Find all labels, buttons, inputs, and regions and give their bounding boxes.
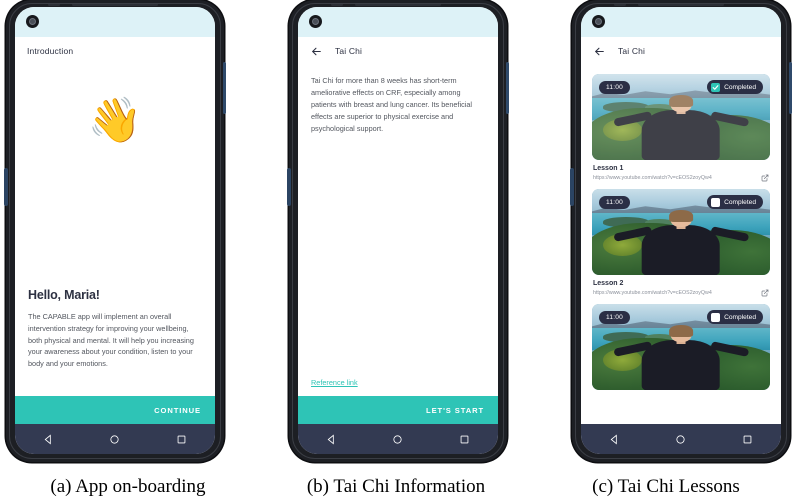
completed-badge[interactable]: Completed — [707, 195, 763, 209]
caption-a: (a) App on-boarding — [50, 475, 206, 497]
lets-start-button-label: LET'S START — [426, 405, 484, 415]
thumb-instructor — [613, 325, 749, 390]
lesson-time-badge: 11:00 — [599, 81, 631, 94]
page-title-c: Tai Chi — [618, 46, 646, 56]
spacer-a — [28, 143, 202, 288]
status-bar-b — [298, 7, 498, 37]
arrow-left-icon[interactable] — [593, 45, 606, 58]
list-item[interactable]: 11:00 Completed Lesson 2 https://www.you… — [592, 189, 770, 297]
nav-home-icon[interactable] — [109, 434, 120, 445]
completed-badge-label: Completed — [724, 313, 756, 321]
earpiece-speaker — [331, 2, 441, 6]
lets-start-button[interactable]: LET'S START — [298, 396, 498, 424]
phone-device-c: Tai Chi 11:00 Completed Lesson 1 https:/… — [570, 0, 792, 462]
figure-panel-a: Introduction 👋 Hello, Maria! The CAPABLE… — [4, 0, 226, 462]
screen-c: Tai Chi 11:00 Completed Lesson 1 https:/… — [581, 7, 781, 454]
external-link-icon[interactable] — [761, 174, 769, 182]
completed-badge-label: Completed — [724, 198, 756, 206]
caption-row: (a) App on-boarding (b) Tai Chi Informat… — [0, 470, 796, 503]
video-thumbnail[interactable]: 11:00 Completed — [592, 74, 770, 160]
lesson-url-row: https://www.youtube.com/watch?v=cEOS2zoy… — [593, 289, 769, 297]
screen-b: Tai Chi Tai Chi for more than 8 weeks ha… — [298, 7, 498, 454]
page-title-b: Tai Chi — [335, 46, 363, 56]
completed-checkbox[interactable] — [711, 82, 721, 92]
nav-recents-icon[interactable] — [742, 434, 753, 445]
phone-device-b: Tai Chi Tai Chi for more than 8 weeks ha… — [287, 0, 509, 462]
list-item[interactable]: 11:00 Completed Lesson 1 https://www.you… — [592, 74, 770, 182]
lesson-url-row: https://www.youtube.com/watch?v=cEOS2zoy… — [593, 174, 769, 182]
completed-badge[interactable]: Completed — [707, 80, 763, 94]
hero-illustration: 👋 — [28, 99, 202, 143]
screen-b-content: Tai Chi for more than 8 weeks has short-… — [298, 65, 498, 396]
external-link-icon[interactable] — [761, 289, 769, 297]
power-button[interactable] — [788, 62, 792, 114]
power-button[interactable] — [505, 62, 509, 114]
nav-back-icon[interactable] — [326, 434, 337, 445]
front-camera-icon — [309, 15, 322, 28]
android-nav-bar-b — [298, 424, 498, 454]
screen-a: Introduction 👋 Hello, Maria! The CAPABLE… — [15, 7, 215, 454]
nav-recents-icon[interactable] — [176, 434, 187, 445]
status-bar-a — [15, 7, 215, 37]
android-nav-bar-c — [581, 424, 781, 454]
continue-button-label: CONTINUE — [154, 405, 201, 415]
video-thumbnail[interactable]: 11:00 Completed — [592, 189, 770, 275]
figure-panel-b: Tai Chi Tai Chi for more than 8 weeks ha… — [287, 0, 509, 462]
arrow-left-icon[interactable] — [310, 45, 323, 58]
lesson-url[interactable]: https://www.youtube.com/watch?v=cEOS2zoy… — [593, 175, 712, 181]
onboarding-paragraph: The CAPABLE app will implement an overal… — [28, 311, 194, 369]
volume-button[interactable] — [570, 168, 574, 206]
nav-back-icon[interactable] — [43, 434, 54, 445]
nav-home-icon[interactable] — [392, 434, 403, 445]
caption-c: (c) Tai Chi Lessons — [592, 475, 740, 497]
completed-badge-label: Completed — [724, 83, 756, 91]
lesson-url[interactable]: https://www.youtube.com/watch?v=cEOS2zoy… — [593, 290, 712, 296]
figure-panel-c: Tai Chi 11:00 Completed Lesson 1 https:/… — [570, 0, 792, 462]
front-camera-icon — [592, 15, 605, 28]
screen-a-content: 👋 Hello, Maria! The CAPABLE app will imp… — [15, 65, 215, 396]
nav-recents-icon[interactable] — [459, 434, 470, 445]
greeting-heading: Hello, Maria! — [28, 287, 100, 302]
completed-checkbox[interactable] — [711, 197, 721, 207]
nav-home-icon[interactable] — [675, 434, 686, 445]
app-bar-c: Tai Chi — [581, 37, 781, 65]
power-button[interactable] — [222, 62, 226, 114]
reference-link[interactable]: Reference link — [311, 378, 358, 387]
video-thumbnail[interactable]: 11:00 Completed — [592, 304, 770, 390]
thumb-instructor — [613, 210, 749, 275]
app-bar-a: Introduction — [15, 37, 215, 65]
front-camera-icon — [26, 15, 39, 28]
caption-b: (b) Tai Chi Information — [306, 475, 486, 497]
earpiece-speaker — [48, 2, 158, 6]
earpiece-speaker — [614, 2, 724, 6]
page-title-a: Introduction — [27, 46, 74, 56]
volume-button[interactable] — [287, 168, 291, 206]
android-nav-bar-a — [15, 424, 215, 454]
lesson-title: Lesson 1 — [593, 165, 624, 172]
taichi-info-paragraph: Tai Chi for more than 8 weeks has short-… — [311, 76, 473, 133]
figure-row: Introduction 👋 Hello, Maria! The CAPABLE… — [0, 0, 796, 470]
status-bar-c — [581, 7, 781, 37]
completed-badge[interactable]: Completed — [707, 310, 763, 324]
lesson-time-badge: 11:00 — [599, 311, 631, 324]
continue-button[interactable]: CONTINUE — [15, 396, 215, 424]
app-bar-b: Tai Chi — [298, 37, 498, 65]
nav-back-icon[interactable] — [609, 434, 620, 445]
spacer-b — [311, 134, 485, 378]
lesson-time-badge: 11:00 — [599, 196, 631, 209]
waving-hand-emoji: 👋 — [87, 96, 143, 145]
volume-button[interactable] — [4, 168, 8, 206]
lesson-list[interactable]: 11:00 Completed Lesson 1 https://www.you… — [581, 65, 781, 424]
lesson-title: Lesson 2 — [593, 280, 624, 287]
completed-checkbox[interactable] — [711, 312, 721, 322]
list-item[interactable]: 11:00 Completed — [592, 304, 770, 390]
phone-device-a: Introduction 👋 Hello, Maria! The CAPABLE… — [4, 0, 226, 462]
